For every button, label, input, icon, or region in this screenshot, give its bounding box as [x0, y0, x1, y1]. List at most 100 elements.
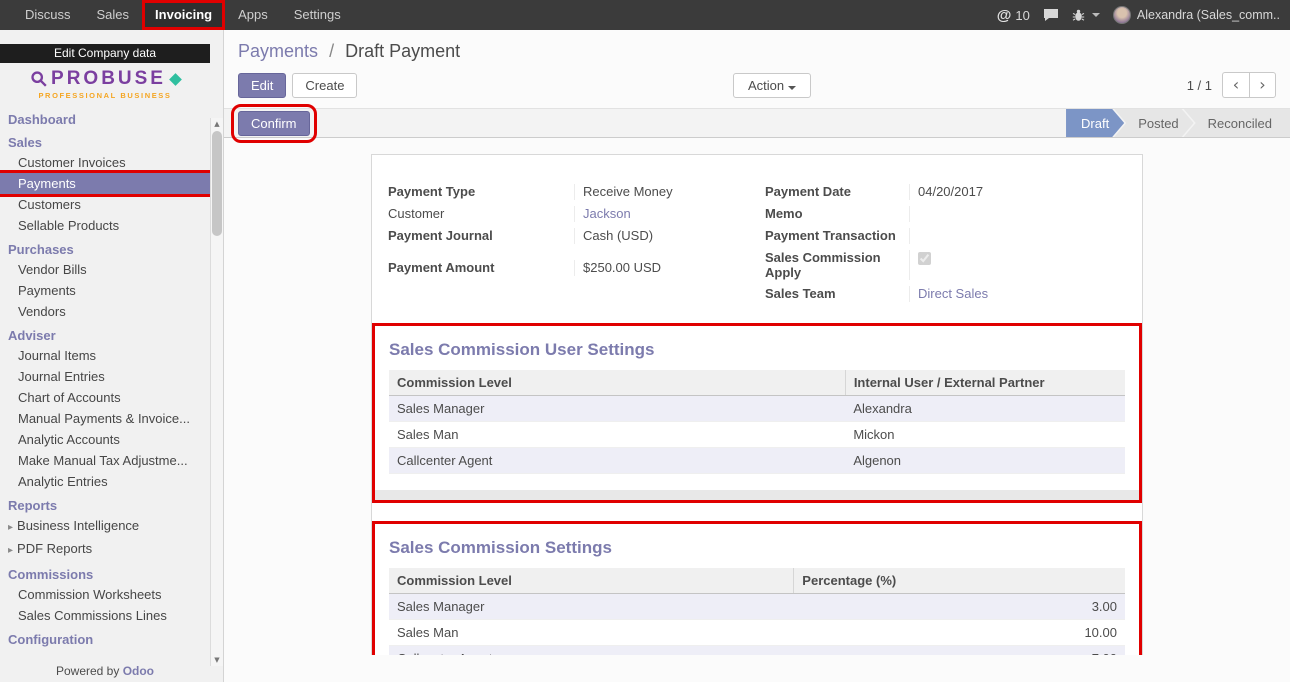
sidebar-item-commission-worksheets[interactable]: Commission Worksheets [0, 584, 210, 605]
sidebar-item-vendors[interactable]: Vendors [0, 301, 210, 322]
table-row-callcenter-agent[interactable]: Callcenter AgentAlgenon [389, 448, 1125, 474]
sidebar-item-payments[interactable]: Payments [0, 280, 210, 301]
field-value-payment-transaction [909, 228, 1126, 244]
statusbar: Confirm DraftPostedReconciled [224, 108, 1290, 138]
menu-label: Vendor Bills [18, 262, 87, 277]
breadcrumb-payments[interactable]: Payments [238, 41, 318, 61]
pager-previous-button[interactable]: ‹ [1222, 72, 1249, 98]
nav-item-settings[interactable]: Settings [281, 0, 354, 30]
sidebar-item-payments[interactable]: Payments [0, 173, 210, 194]
column-header-commission-level[interactable]: Commission Level [389, 568, 794, 594]
header-row: Commission LevelInternal User / External… [389, 370, 1125, 396]
cell-percentage: 7.00 [794, 646, 1125, 656]
scroll-down-icon[interactable]: ▼ [211, 656, 223, 664]
sidebar-heading-configuration[interactable]: Configuration [0, 626, 210, 649]
sidebar-item-customer-invoices[interactable]: Customer Invoices [0, 152, 210, 173]
confirm-button[interactable]: Confirm [238, 111, 310, 136]
debug-menu[interactable] [1072, 9, 1100, 22]
menu-label: Configuration [8, 632, 93, 647]
field-value-sales-commission-apply [909, 250, 1126, 280]
sidebar-heading-purchases[interactable]: Purchases [0, 236, 210, 259]
sidebar-item-sellable-products[interactable]: Sellable Products [0, 215, 210, 236]
activities-counter[interactable]: @ 10 [997, 7, 1030, 24]
link-jackson[interactable]: Jackson [583, 206, 631, 221]
nav-item-invoicing[interactable]: Invoicing [142, 0, 225, 30]
link-direct-sales[interactable]: Direct Sales [918, 286, 988, 301]
breadcrumb-current: Draft Payment [345, 41, 460, 61]
field-label-payment-journal: Payment Journal [388, 228, 566, 244]
column-header-commission-level[interactable]: Commission Level [389, 370, 845, 396]
breadcrumb-separator: / [329, 41, 334, 61]
user-settings-title: Sales Commission User Settings [389, 340, 1125, 360]
user-menu[interactable]: Alexandra (Sales_comm.. [1113, 6, 1280, 24]
sidebar-scrollbar[interactable]: ▲ ▼ [210, 118, 223, 666]
menu-label: Vendors [18, 304, 66, 319]
table-row-sales-manager[interactable]: Sales ManagerAlexandra [389, 396, 1125, 422]
messages-icon[interactable] [1043, 8, 1059, 22]
action-dropdown[interactable]: Action [733, 73, 811, 98]
field-row-customer: CustomerJackson [388, 203, 749, 225]
cell-commission-level: Callcenter Agent [389, 646, 794, 656]
sidebar-item-journal-items[interactable]: Journal Items [0, 345, 210, 366]
sidebar-item-customers[interactable]: Customers [0, 194, 210, 215]
control-panel: Edit Create Action 1 / 1 ‹› [224, 68, 1290, 108]
sidebar-heading-sales[interactable]: Sales [0, 129, 210, 152]
column-header-internal-user-external-partner[interactable]: Internal User / External Partner [845, 370, 1125, 396]
pager: 1 / 1 ‹› [1187, 72, 1276, 98]
field-row-payment-type: Payment TypeReceive Money [388, 181, 749, 203]
cell-internal-user-external-partner: Mickon [845, 422, 1125, 448]
cell-internal-user-external-partner: Alexandra [845, 396, 1125, 422]
table-row-sales-man[interactable]: Sales Man10.00 [389, 620, 1125, 646]
menu-label: Reports [8, 498, 57, 513]
column-header-percentage[interactable]: Percentage (%) [794, 568, 1125, 594]
sidebar-item-business-intelligence[interactable]: ▸Business Intelligence [0, 515, 210, 538]
field-value-memo [909, 206, 1126, 222]
sidebar-item-manual-payments-invoice[interactable]: Manual Payments & Invoice... [0, 408, 210, 429]
main-content: Payments / Draft Payment Edit Create Act… [224, 30, 1290, 682]
create-button[interactable]: Create [292, 73, 357, 98]
sidebar-item-sales-commissions-lines[interactable]: Sales Commissions Lines [0, 605, 210, 626]
field-value-sales-team: Direct Sales [909, 286, 1126, 302]
status-draft[interactable]: Draft [1066, 109, 1124, 137]
nav-item-sales[interactable]: Sales [84, 0, 143, 30]
company-logo[interactable]: PROBUSE PROFESSIONAL BUSINESS [0, 63, 210, 104]
sidebar-item-journal-entries[interactable]: Journal Entries [0, 366, 210, 387]
edit-button[interactable]: Edit [238, 73, 286, 98]
field-label-memo: Memo [765, 206, 901, 222]
sidebar-heading-reports[interactable]: Reports [0, 492, 210, 515]
payment-form-sheet: Payment TypeReceive MoneyCustomerJackson… [371, 154, 1143, 655]
breadcrumb: Payments / Draft Payment [224, 30, 1290, 68]
status-reconciled[interactable]: Reconciled [1184, 109, 1290, 137]
field-label-sales-commission-apply: Sales Commission Apply [765, 250, 901, 280]
form-right-fields: Payment Date04/20/2017MemoPayment Transa… [765, 181, 1126, 305]
navbar-menu: DiscussSalesInvoicingAppsSettings [12, 0, 354, 30]
status-posted[interactable]: Posted [1114, 109, 1193, 137]
table-row-sales-man[interactable]: Sales ManMickon [389, 422, 1125, 448]
scroll-up-icon[interactable]: ▲ [211, 120, 223, 128]
sidebar-item-vendor-bills[interactable]: Vendor Bills [0, 259, 210, 280]
nav-item-apps[interactable]: Apps [225, 0, 281, 30]
pager-next-button[interactable]: › [1249, 72, 1276, 98]
sales-commission-apply-checkbox[interactable] [918, 252, 931, 265]
nav-item-discuss[interactable]: Discuss [12, 0, 84, 30]
table-row-callcenter-agent[interactable]: Callcenter Agent7.00 [389, 646, 1125, 656]
table-row-sales-manager[interactable]: Sales Manager3.00 [389, 594, 1125, 620]
sidebar-item-pdf-reports[interactable]: ▸PDF Reports [0, 538, 210, 561]
field-row-payment-journal: Payment Journal Cash (USD) [388, 225, 749, 247]
menu-label: Commission Worksheets [18, 587, 162, 602]
odoo-link[interactable]: Odoo [123, 664, 154, 678]
payment-form: Payment TypeReceive MoneyCustomerJackson… [372, 155, 1142, 311]
menu-label: Journal Entries [18, 369, 105, 384]
sidebar-item-chart-of-accounts[interactable]: Chart of Accounts [0, 387, 210, 408]
sidebar-heading-adviser[interactable]: Adviser [0, 322, 210, 345]
sidebar-heading-commissions[interactable]: Commissions [0, 561, 210, 584]
powered-by: Powered by Odoo [0, 661, 210, 682]
sidebar-heading-dashboard[interactable]: Dashboard [0, 106, 210, 129]
edit-company-button[interactable]: Edit Company data [0, 44, 210, 63]
sidebar-item-make-manual-tax-adjustme[interactable]: Make Manual Tax Adjustme... [0, 450, 210, 471]
sidebar-item-analytic-entries[interactable]: Analytic Entries [0, 471, 210, 492]
scrollbar-thumb[interactable] [212, 131, 222, 236]
sidebar-item-analytic-accounts[interactable]: Analytic Accounts [0, 429, 210, 450]
field-value-payment-journal: Cash (USD) [574, 228, 749, 244]
bug-icon [1072, 9, 1085, 22]
